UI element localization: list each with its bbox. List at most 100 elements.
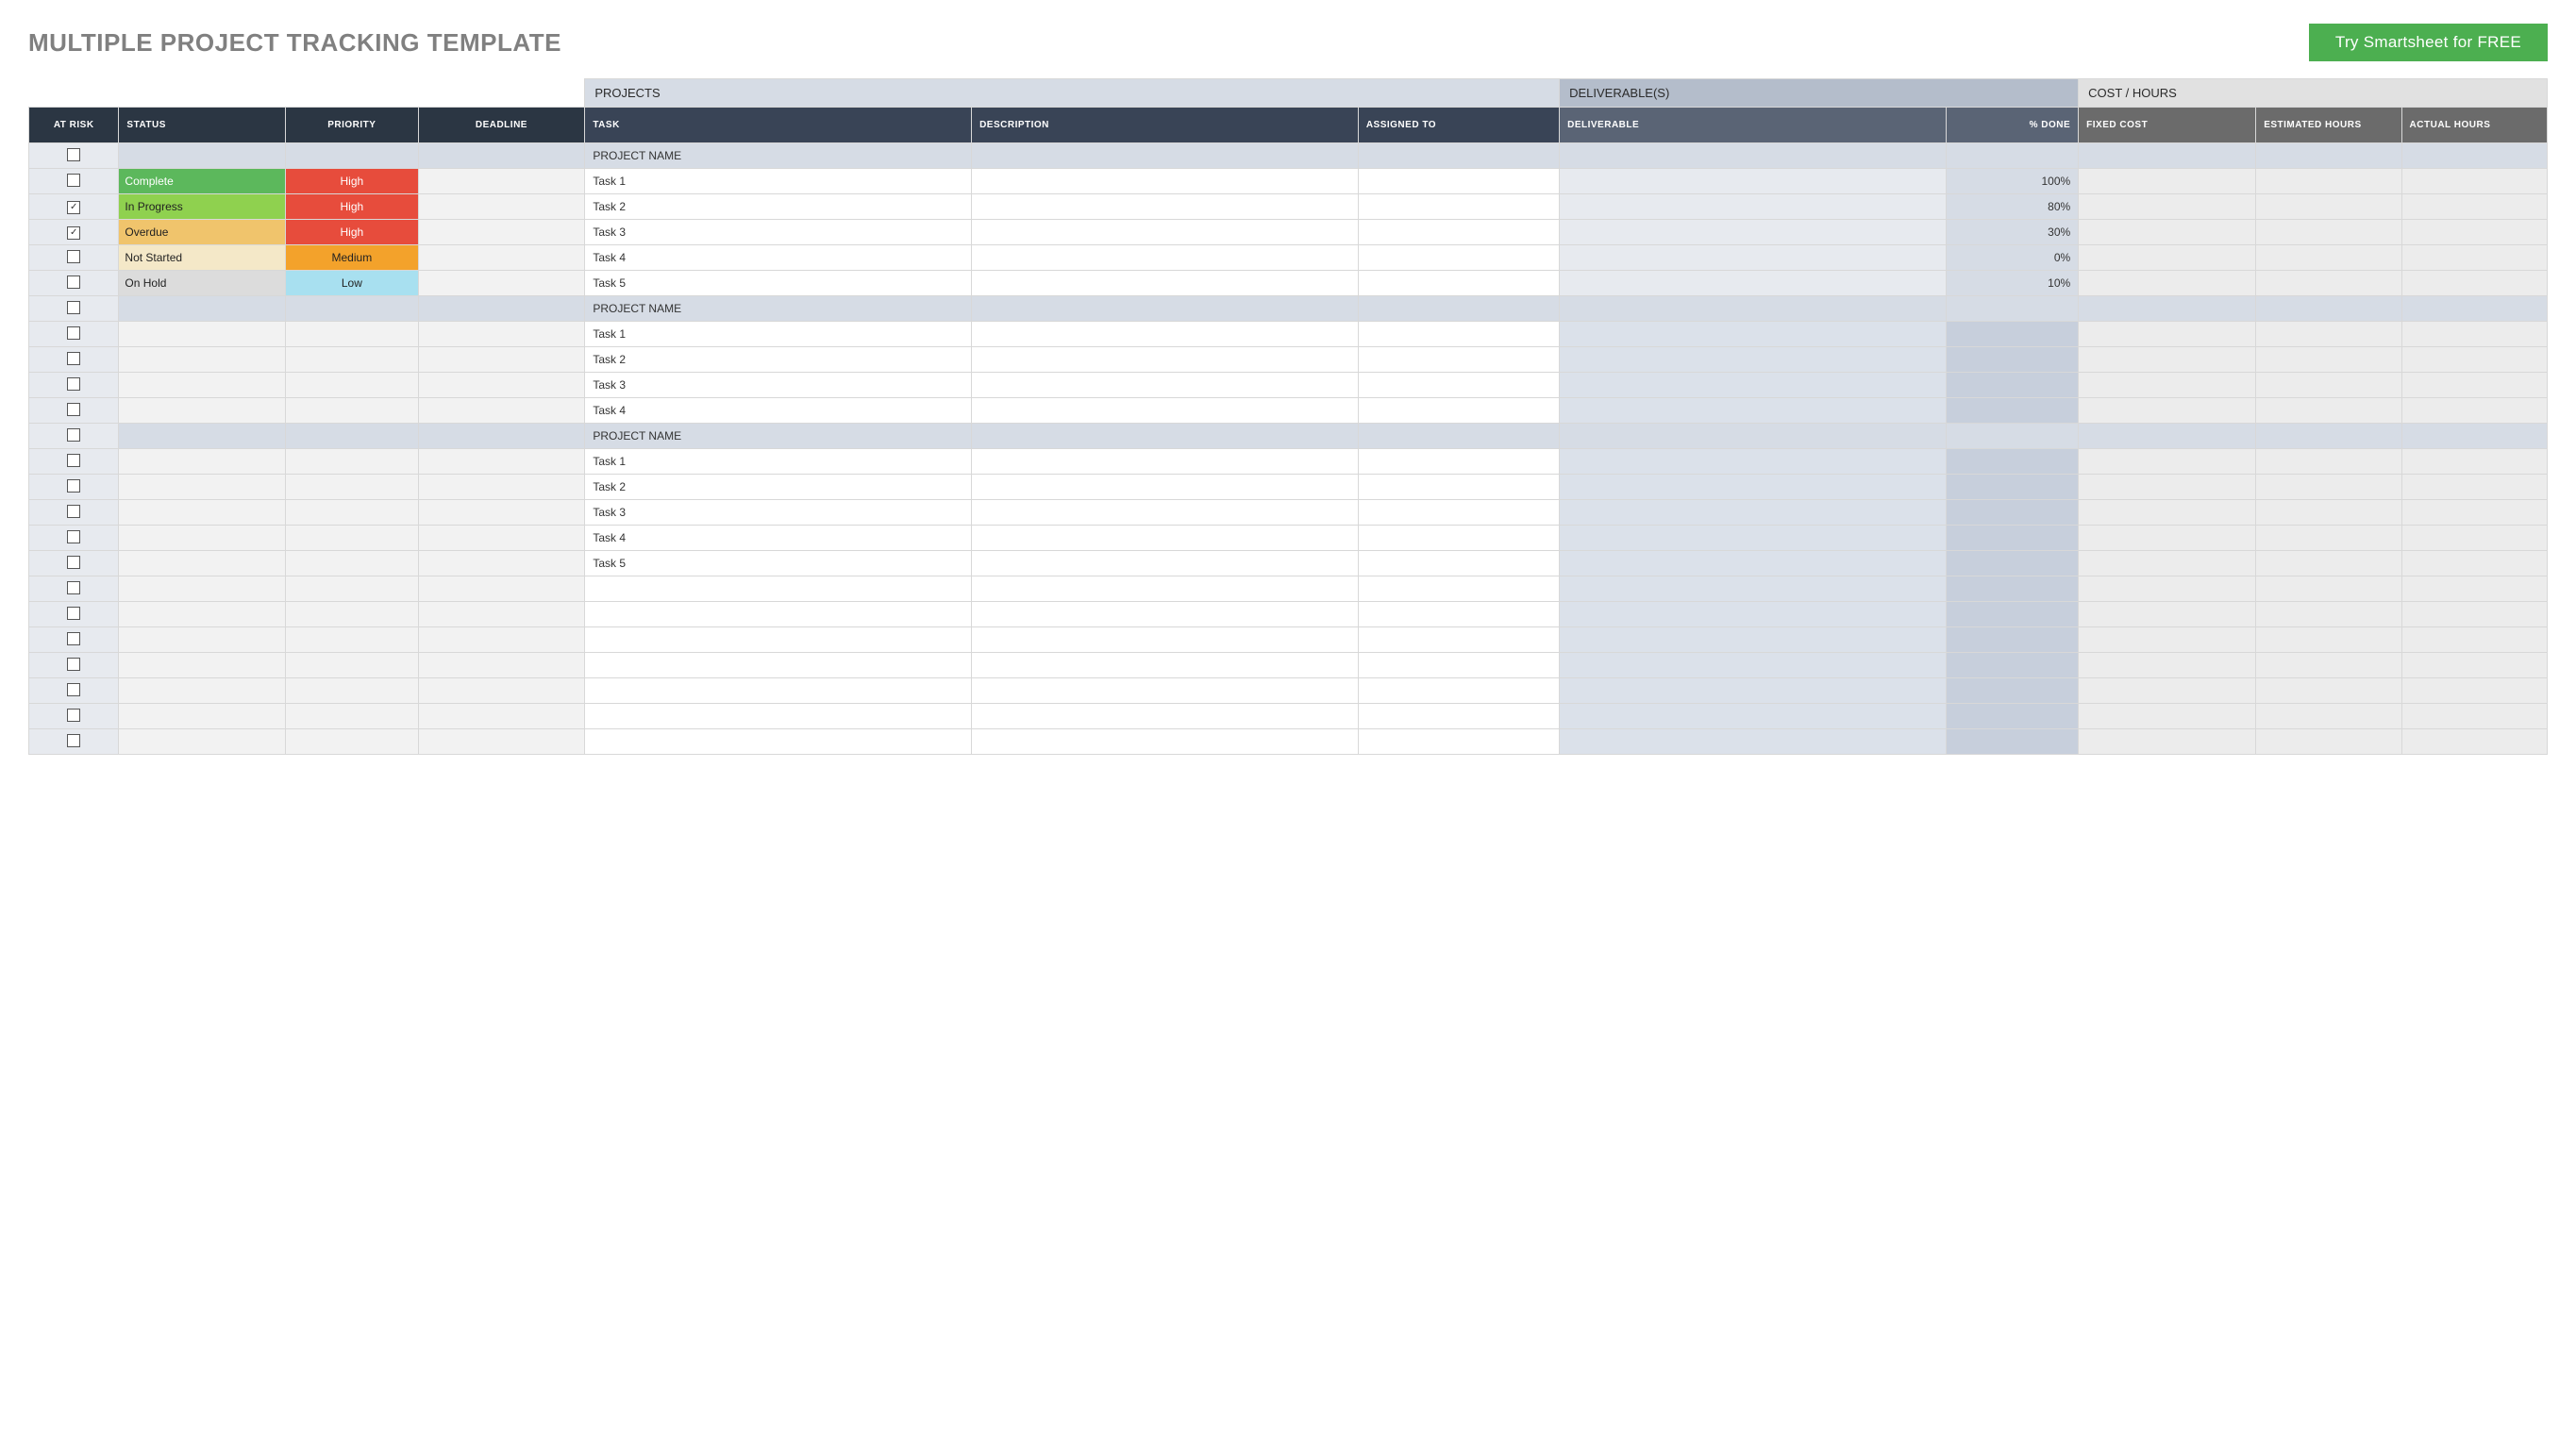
cell[interactable] (2256, 627, 2401, 653)
cell[interactable] (972, 627, 1359, 653)
deliverable-cell[interactable] (1560, 373, 1947, 398)
priority-cell[interactable] (286, 500, 418, 526)
status-cell[interactable] (119, 500, 286, 526)
act-hours-cell[interactable] (2401, 398, 2547, 424)
cell[interactable] (119, 704, 286, 729)
assigned-cell[interactable] (1358, 373, 1559, 398)
cell[interactable] (286, 729, 418, 755)
est-hours-cell[interactable] (2256, 245, 2401, 271)
pct-done-cell[interactable]: 100% (1946, 169, 2078, 194)
assigned-cell[interactable] (1358, 551, 1559, 576)
cell[interactable] (286, 602, 418, 627)
cell[interactable] (286, 143, 418, 169)
deliverable-cell[interactable] (1560, 500, 1947, 526)
cell[interactable] (2079, 704, 2256, 729)
cell[interactable] (1560, 143, 1947, 169)
pct-done-cell[interactable]: 80% (1946, 194, 2078, 220)
cell[interactable] (418, 729, 585, 755)
cell[interactable] (972, 296, 1359, 322)
cell[interactable] (1560, 627, 1947, 653)
assigned-cell[interactable] (1358, 271, 1559, 296)
status-cell[interactable] (119, 551, 286, 576)
assigned-cell[interactable] (1358, 475, 1559, 500)
act-hours-cell[interactable] (2401, 526, 2547, 551)
deadline-cell[interactable] (418, 526, 585, 551)
fixed-cost-cell[interactable] (2079, 322, 2256, 347)
fixed-cost-cell[interactable] (2079, 475, 2256, 500)
cell[interactable] (119, 678, 286, 704)
cell[interactable] (585, 627, 972, 653)
cell[interactable] (119, 143, 286, 169)
status-cell[interactable] (119, 475, 286, 500)
status-cell[interactable] (119, 449, 286, 475)
cell[interactable] (2401, 653, 2547, 678)
fixed-cost-cell[interactable] (2079, 220, 2256, 245)
desc-cell[interactable] (972, 449, 1359, 475)
cell[interactable] (418, 143, 585, 169)
at-risk-cell[interactable] (29, 729, 119, 755)
cell[interactable] (1946, 653, 2078, 678)
cell[interactable] (585, 602, 972, 627)
fixed-cost-cell[interactable] (2079, 551, 2256, 576)
desc-cell[interactable] (972, 475, 1359, 500)
cell[interactable] (2079, 296, 2256, 322)
cell[interactable] (2256, 602, 2401, 627)
pct-done-cell[interactable] (1946, 347, 2078, 373)
cell[interactable] (2079, 602, 2256, 627)
desc-cell[interactable] (972, 347, 1359, 373)
cell[interactable] (1358, 653, 1559, 678)
cell[interactable] (1560, 729, 1947, 755)
act-hours-cell[interactable] (2401, 322, 2547, 347)
status-cell[interactable]: Overdue (119, 220, 286, 245)
task-cell[interactable]: Task 2 (585, 475, 972, 500)
est-hours-cell[interactable] (2256, 475, 2401, 500)
deliverable-cell[interactable] (1560, 194, 1947, 220)
deadline-cell[interactable] (418, 398, 585, 424)
status-cell[interactable] (119, 347, 286, 373)
cell[interactable] (286, 678, 418, 704)
cell[interactable] (1946, 627, 2078, 653)
deadline-cell[interactable] (418, 551, 585, 576)
deliverable-cell[interactable] (1560, 245, 1947, 271)
cell[interactable] (1560, 602, 1947, 627)
est-hours-cell[interactable] (2256, 169, 2401, 194)
cell[interactable] (1560, 653, 1947, 678)
cell[interactable] (2256, 729, 2401, 755)
priority-cell[interactable] (286, 373, 418, 398)
priority-cell[interactable]: High (286, 220, 418, 245)
cell[interactable] (1946, 424, 2078, 449)
est-hours-cell[interactable] (2256, 500, 2401, 526)
act-hours-cell[interactable] (2401, 449, 2547, 475)
at-risk-cell[interactable] (29, 143, 119, 169)
priority-cell[interactable] (286, 449, 418, 475)
cell[interactable] (418, 627, 585, 653)
est-hours-cell[interactable] (2256, 347, 2401, 373)
deadline-cell[interactable] (418, 220, 585, 245)
cell[interactable] (1358, 678, 1559, 704)
cell[interactable] (1946, 602, 2078, 627)
desc-cell[interactable] (972, 245, 1359, 271)
fixed-cost-cell[interactable] (2079, 194, 2256, 220)
at-risk-cell[interactable] (29, 296, 119, 322)
fixed-cost-cell[interactable] (2079, 398, 2256, 424)
pct-done-cell[interactable] (1946, 551, 2078, 576)
cell[interactable] (418, 602, 585, 627)
at-risk-cell[interactable]: ✓ (29, 194, 119, 220)
deadline-cell[interactable] (418, 271, 585, 296)
at-risk-cell[interactable] (29, 526, 119, 551)
task-cell[interactable]: Task 4 (585, 526, 972, 551)
fixed-cost-cell[interactable] (2079, 373, 2256, 398)
act-hours-cell[interactable] (2401, 194, 2547, 220)
task-cell[interactable]: Task 3 (585, 373, 972, 398)
cell[interactable] (585, 576, 972, 602)
cell[interactable] (2401, 627, 2547, 653)
at-risk-cell[interactable] (29, 398, 119, 424)
cell[interactable] (1946, 729, 2078, 755)
cell[interactable] (2401, 602, 2547, 627)
cell[interactable] (119, 729, 286, 755)
cell[interactable] (2079, 627, 2256, 653)
cell[interactable] (418, 424, 585, 449)
cell[interactable] (972, 576, 1359, 602)
cell[interactable] (286, 653, 418, 678)
task-cell[interactable]: Task 3 (585, 500, 972, 526)
